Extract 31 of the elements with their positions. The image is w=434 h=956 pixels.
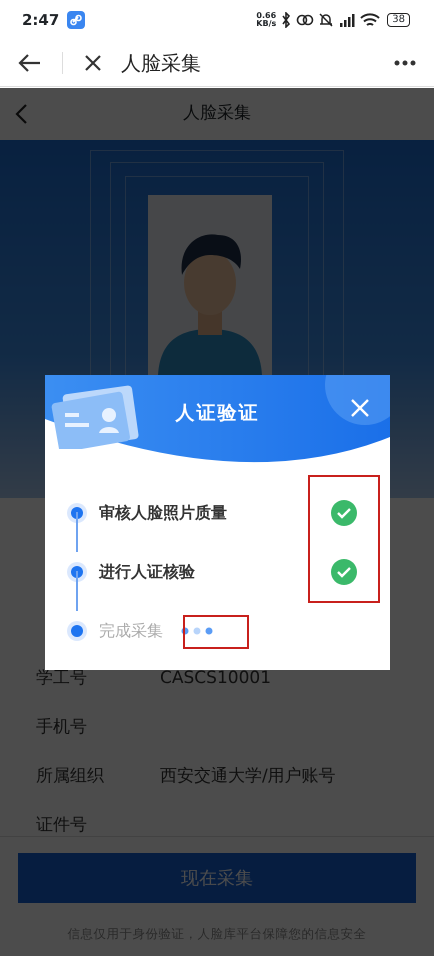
field-label: 证件号 bbox=[36, 814, 88, 837]
back-arrow-icon[interactable] bbox=[18, 53, 42, 73]
step-dot bbox=[71, 624, 83, 636]
step-label: 进行人证核验 bbox=[99, 560, 195, 582]
link-icon bbox=[296, 13, 314, 27]
bluetooth-icon bbox=[280, 12, 292, 28]
muted-bell-icon bbox=[318, 12, 334, 28]
battery-indicator: 38 bbox=[387, 13, 410, 27]
step-label: 审核人脸照片质量 bbox=[99, 502, 227, 524]
field-label: 所属组织 bbox=[36, 764, 105, 788]
field-label: 手机号 bbox=[36, 716, 88, 739]
status-time: 2:47 bbox=[22, 10, 60, 31]
step-label: 完成采集 bbox=[99, 620, 163, 642]
signal-icon bbox=[338, 13, 356, 27]
field-value: CASCS10001 bbox=[160, 666, 272, 690]
net-unit-text: KB/s bbox=[256, 20, 276, 28]
field-value: 西安交通大学/用户账号 bbox=[160, 764, 336, 788]
wifi-icon bbox=[360, 12, 380, 28]
highlight-box bbox=[183, 615, 249, 649]
more-icon[interactable] bbox=[394, 60, 416, 66]
browser-title: 人脸采集 bbox=[121, 50, 201, 77]
page-title: 人脸采集 bbox=[183, 102, 251, 125]
field-label: 学工号 bbox=[36, 666, 88, 690]
dialog-title: 人证验证 bbox=[174, 401, 260, 426]
step-dot bbox=[71, 566, 83, 578]
net-speed-text: 0.66 bbox=[256, 12, 276, 20]
close-icon[interactable] bbox=[83, 53, 103, 73]
connector-line bbox=[76, 571, 78, 611]
app-link-icon bbox=[67, 11, 86, 29]
connector-line bbox=[76, 512, 78, 552]
step-dot bbox=[71, 506, 83, 518]
